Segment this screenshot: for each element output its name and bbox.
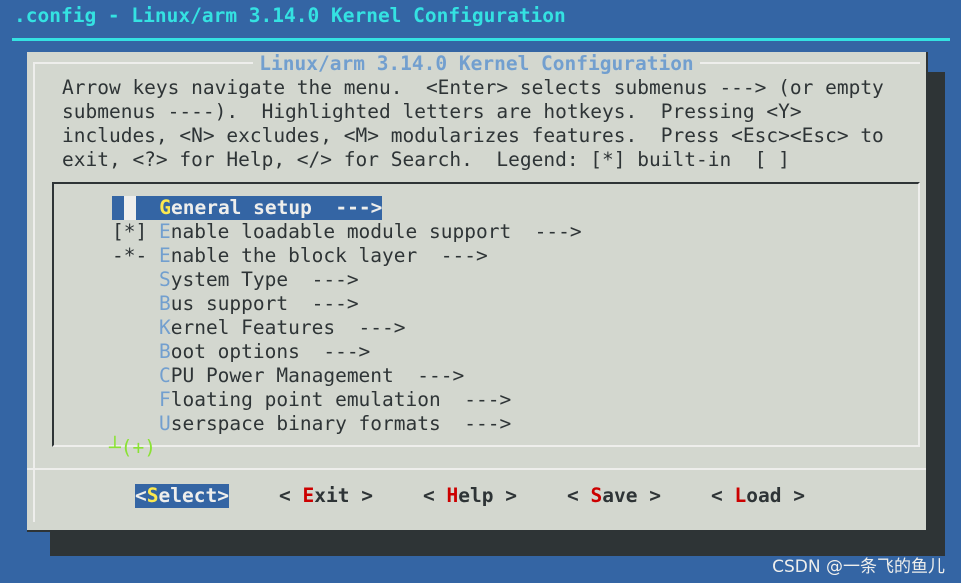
button-left: <	[135, 484, 147, 507]
button-hotkey: L	[734, 484, 747, 507]
menu-item-label: PU Power Management --->	[170, 364, 465, 387]
menu-item-state: [*]	[112, 220, 159, 243]
button-left: <	[567, 484, 591, 507]
button-load[interactable]: < Load >	[711, 484, 805, 508]
menu-list[interactable]: General setup ---> [*] Enable loadable mo…	[52, 182, 920, 447]
button-exit[interactable]: < Exit >	[279, 484, 373, 508]
button-help[interactable]: < Help >	[423, 484, 517, 508]
menu-item-hotkey: E	[158, 244, 171, 267]
button-hotkey: S	[146, 484, 159, 507]
button-rest: ave	[602, 484, 638, 507]
menu-item-hotkey: B	[158, 340, 171, 363]
menu-item-label: nable loadable module support --->	[170, 220, 582, 243]
menu-item[interactable]: Kernel Features --->	[112, 316, 406, 340]
menu-item-label: ystem Type --->	[170, 268, 359, 291]
menu-item[interactable]: -*- Enable the block layer --->	[112, 244, 488, 268]
menu-item-hotkey: E	[158, 220, 171, 243]
button-rest: elect	[158, 484, 218, 507]
button-right: >	[781, 484, 805, 507]
menu-item-hotkey: K	[158, 316, 171, 339]
menu-item-label: oot options --->	[170, 340, 371, 363]
menu-item-hotkey: F	[158, 388, 171, 411]
button-right: >	[349, 484, 373, 507]
help-line: Arrow keys navigate the menu. <Enter> se…	[62, 76, 884, 99]
menu-item-state	[112, 316, 159, 339]
dialog-border-left	[33, 62, 35, 522]
button-left: <	[279, 484, 303, 507]
menu-item[interactable]: [*] Enable loadable module support --->	[112, 220, 582, 244]
help-text: Arrow keys navigate the menu. <Enter> se…	[62, 76, 884, 172]
menu-item-state: -*-	[112, 244, 159, 267]
dialog-title-bar: Linux/arm 3.14.0 Kernel Configuration	[27, 52, 926, 76]
config-dialog: Linux/arm 3.14.0 Kernel Configuration Ar…	[27, 52, 928, 532]
menu-item[interactable]: CPU Power Management --->	[112, 364, 464, 388]
button-right: >	[493, 484, 517, 507]
menu-item-state	[112, 292, 159, 315]
button-right: >	[217, 484, 229, 507]
menu-item-hotkey: S	[158, 268, 171, 291]
button-select[interactable]: <Select>	[135, 484, 229, 508]
menu-item-label: us support --->	[170, 292, 359, 315]
menu-item-spacer	[136, 196, 159, 219]
menu-item-hotkey: C	[158, 364, 171, 387]
help-line: exit, <?> for Help, </> for Search. Lege…	[62, 148, 790, 171]
button-rest: xit	[314, 484, 350, 507]
menu-item-label: nable the block layer --->	[170, 244, 488, 267]
menu-item[interactable]: General setup --->	[112, 196, 383, 220]
cursor-block	[123, 196, 136, 220]
help-line: submenus ----). Highlighted letters are …	[62, 100, 802, 123]
menu-item-label: serspace binary formats --->	[170, 412, 512, 435]
button-bar: <Select> < Exit > < Help > < Save > < Load >	[27, 484, 926, 508]
title-divider	[12, 38, 950, 41]
button-hotkey: H	[446, 484, 459, 507]
menu-item[interactable]: Bus support --->	[112, 292, 359, 316]
more-items-indicator: ┴(+)	[109, 436, 156, 459]
button-left: <	[711, 484, 735, 507]
button-separator	[27, 468, 926, 470]
menu-item[interactable]: System Type --->	[112, 268, 359, 292]
menu-item-state	[112, 340, 159, 363]
button-hotkey: E	[302, 484, 315, 507]
button-save[interactable]: < Save >	[567, 484, 661, 508]
menu-item-state	[112, 268, 159, 291]
menu-item-label: loating point emulation --->	[170, 388, 512, 411]
menu-item[interactable]: Boot options --->	[112, 340, 370, 364]
button-rest: oad	[746, 484, 782, 507]
menu-item-hotkey: U	[158, 412, 171, 435]
menu-item-state	[112, 388, 159, 411]
button-hotkey: S	[590, 484, 603, 507]
menu-item-state	[112, 412, 159, 435]
menu-item-hotkey: G	[159, 196, 171, 219]
watermark: CSDN @一条飞的鱼儿	[772, 557, 945, 577]
button-left: <	[423, 484, 447, 507]
help-line: includes, <N> excludes, <M> modularizes …	[62, 124, 884, 147]
menu-item-hotkey: B	[158, 292, 171, 315]
menu-item-state	[112, 364, 159, 387]
menu-item-label: ernel Features --->	[170, 316, 406, 339]
menu-item[interactable]: Userspace binary formats --->	[112, 412, 511, 436]
button-rest: elp	[458, 484, 494, 507]
menu-item[interactable]: Floating point emulation --->	[112, 388, 511, 412]
menu-item-prefix	[112, 196, 124, 219]
button-right: >	[637, 484, 661, 507]
window-title: .config - Linux/arm 3.14.0 Kernel Config…	[14, 4, 566, 27]
dialog-title: Linux/arm 3.14.0 Kernel Configuration	[253, 52, 700, 75]
menu-item-label: eneral setup --->	[170, 196, 383, 219]
